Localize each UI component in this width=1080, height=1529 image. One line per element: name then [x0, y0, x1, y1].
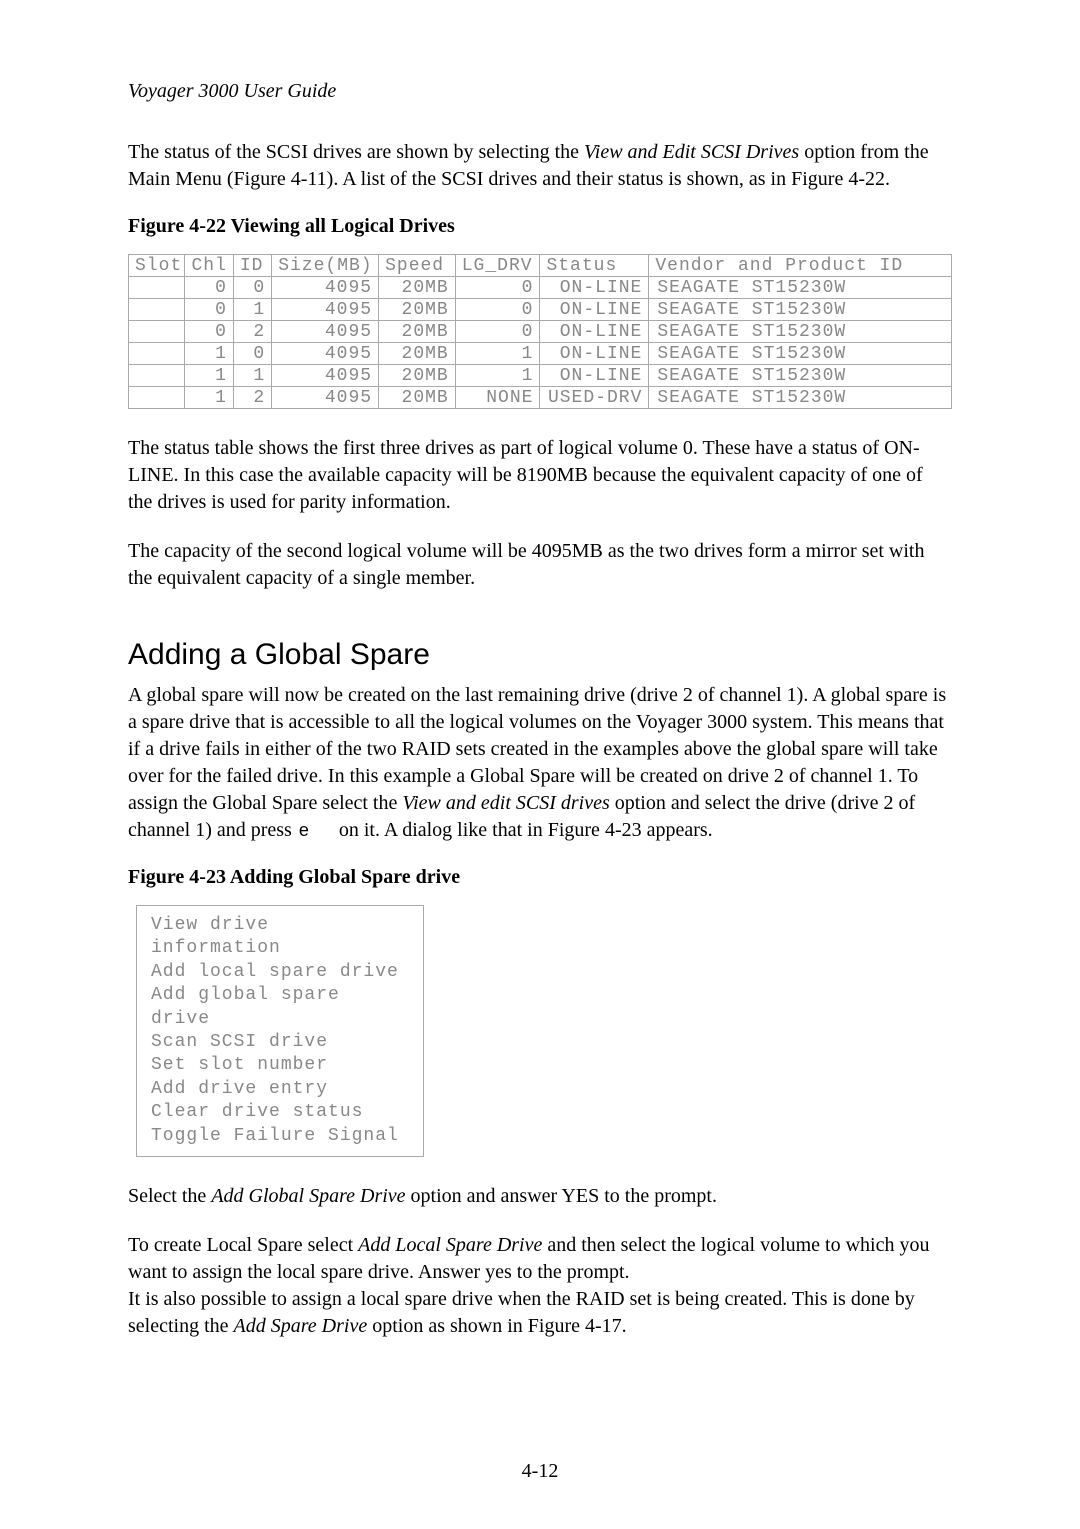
- cell: 1: [185, 343, 233, 365]
- cell: 20MB: [379, 387, 456, 409]
- menu-item: Toggle Failure Signal: [151, 1125, 409, 1148]
- cell: ON-LINE: [540, 321, 649, 343]
- figure-23-caption: Figure 4-23 Adding Global Spare drive: [128, 866, 952, 889]
- text: option as shown in Figure 4-17.: [367, 1315, 626, 1337]
- cell: 20MB: [379, 277, 456, 299]
- table-row: 12409520MBNONEUSED-DRVSEAGATE ST15230W: [129, 387, 952, 409]
- cell: 4095: [272, 277, 379, 299]
- cell: SEAGATE ST15230W: [649, 277, 952, 299]
- cell: 4095: [272, 387, 379, 409]
- cell: 1: [233, 365, 271, 387]
- menu-option-name: Add Spare Drive: [234, 1315, 368, 1337]
- cell: ON-LINE: [540, 277, 649, 299]
- figure-22-caption: Figure 4-22 Viewing all Logical Drives: [128, 215, 952, 238]
- cell: [129, 343, 185, 365]
- col-header: Chl: [185, 255, 233, 277]
- select-global-spare-paragraph: Select the Add Global Spare Drive option…: [128, 1183, 952, 1210]
- menu-item: View drive information: [151, 914, 409, 961]
- cell: SEAGATE ST15230W: [649, 321, 952, 343]
- page-number: 4-12: [0, 1460, 1080, 1483]
- table-row: 00409520MB0ON-LINESEAGATE ST15230W: [129, 277, 952, 299]
- table-row: 11409520MB1ON-LINESEAGATE ST15230W: [129, 365, 952, 387]
- drive-menu-dialog: View drive informationAdd local spare dr…: [136, 905, 424, 1157]
- menu-item: Add global spare drive: [151, 984, 409, 1031]
- section-heading-global-spare: Adding a Global Spare: [128, 638, 952, 672]
- menu-option-name: View and edit SCSI drives: [402, 792, 609, 814]
- text: The status of the SCSI drives are shown …: [128, 141, 584, 163]
- cell: 0: [455, 277, 540, 299]
- cell: 0: [185, 299, 233, 321]
- cell: 1: [185, 387, 233, 409]
- cell: [129, 365, 185, 387]
- status-paragraph-1: The status table shows the first three d…: [128, 435, 952, 516]
- col-header: LG_DRV: [455, 255, 540, 277]
- cell: SEAGATE ST15230W: [649, 365, 952, 387]
- text: option and answer YES to the prompt.: [406, 1185, 717, 1207]
- cell: 0: [233, 343, 271, 365]
- col-header: Size(MB): [272, 255, 379, 277]
- cell: 20MB: [379, 365, 456, 387]
- cell: 1: [455, 365, 540, 387]
- table-body: 00409520MB0ON-LINESEAGATE ST15230W014095…: [129, 277, 952, 409]
- cell: ON-LINE: [540, 343, 649, 365]
- cell: 20MB: [379, 299, 456, 321]
- col-header: Vendor and Product ID: [649, 255, 952, 277]
- cell: SEAGATE ST15230W: [649, 299, 952, 321]
- cell: ON-LINE: [540, 365, 649, 387]
- cell: NONE: [455, 387, 540, 409]
- cell: 1: [185, 365, 233, 387]
- col-header: Status: [540, 255, 649, 277]
- page: Voyager 3000 User Guide The status of th…: [0, 0, 1080, 1529]
- menu-item: Set slot number: [151, 1054, 409, 1077]
- cell: 4095: [272, 321, 379, 343]
- cell: 0: [185, 321, 233, 343]
- table-row: 01409520MB0ON-LINESEAGATE ST15230W: [129, 299, 952, 321]
- cell: 0: [455, 299, 540, 321]
- col-header: ID: [233, 255, 271, 277]
- cell: SEAGATE ST15230W: [649, 387, 952, 409]
- cell: USED-DRV: [540, 387, 649, 409]
- menu-item: Add local spare drive: [151, 961, 409, 984]
- table-header-row: SlotChlIDSize(MB)SpeedLG_DRVStatusVendor…: [129, 255, 952, 277]
- cell: 1: [233, 299, 271, 321]
- text: To create Local Spare select: [128, 1234, 358, 1256]
- cell: [129, 321, 185, 343]
- col-header: Slot: [129, 255, 185, 277]
- cell: [129, 387, 185, 409]
- cell: 1: [455, 343, 540, 365]
- menu-option-name: View and Edit SCSI Drives: [584, 141, 799, 163]
- cell: 2: [233, 387, 271, 409]
- text: on it. A dialog like that in Figure 4-23…: [334, 819, 713, 841]
- cell: 0: [455, 321, 540, 343]
- table-row: 02409520MB0ON-LINESEAGATE ST15230W: [129, 321, 952, 343]
- text: Select the: [128, 1185, 211, 1207]
- cell: 4095: [272, 343, 379, 365]
- table-row: 10409520MB1ON-LINESEAGATE ST15230W: [129, 343, 952, 365]
- cell: 20MB: [379, 321, 456, 343]
- menu-item: Scan SCSI drive: [151, 1031, 409, 1054]
- local-spare-paragraph: To create Local Spare select Add Local S…: [128, 1232, 952, 1340]
- intro-paragraph: The status of the SCSI drives are shown …: [128, 139, 952, 193]
- global-spare-paragraph: A global spare will now be created on th…: [128, 682, 952, 844]
- cell: 4095: [272, 299, 379, 321]
- cell: 0: [233, 277, 271, 299]
- cell: 4095: [272, 365, 379, 387]
- cell: 2: [233, 321, 271, 343]
- menu-item: Clear drive status: [151, 1101, 409, 1124]
- menu-item: Add drive entry: [151, 1078, 409, 1101]
- cell: 0: [185, 277, 233, 299]
- cell: [129, 299, 185, 321]
- col-header: Speed: [379, 255, 456, 277]
- menu-option-name: Add Global Spare Drive: [211, 1185, 405, 1207]
- scsi-drive-table: SlotChlIDSize(MB)SpeedLG_DRVStatusVendor…: [128, 254, 952, 409]
- cell: SEAGATE ST15230W: [649, 343, 952, 365]
- cell: [129, 277, 185, 299]
- cell: ON-LINE: [540, 299, 649, 321]
- document-header: Voyager 3000 User Guide: [128, 80, 952, 103]
- status-paragraph-2: The capacity of the second logical volum…: [128, 538, 952, 592]
- enter-key-icon: e: [297, 820, 334, 840]
- menu-option-name: Add Local Spare Drive: [358, 1234, 542, 1256]
- cell: 20MB: [379, 343, 456, 365]
